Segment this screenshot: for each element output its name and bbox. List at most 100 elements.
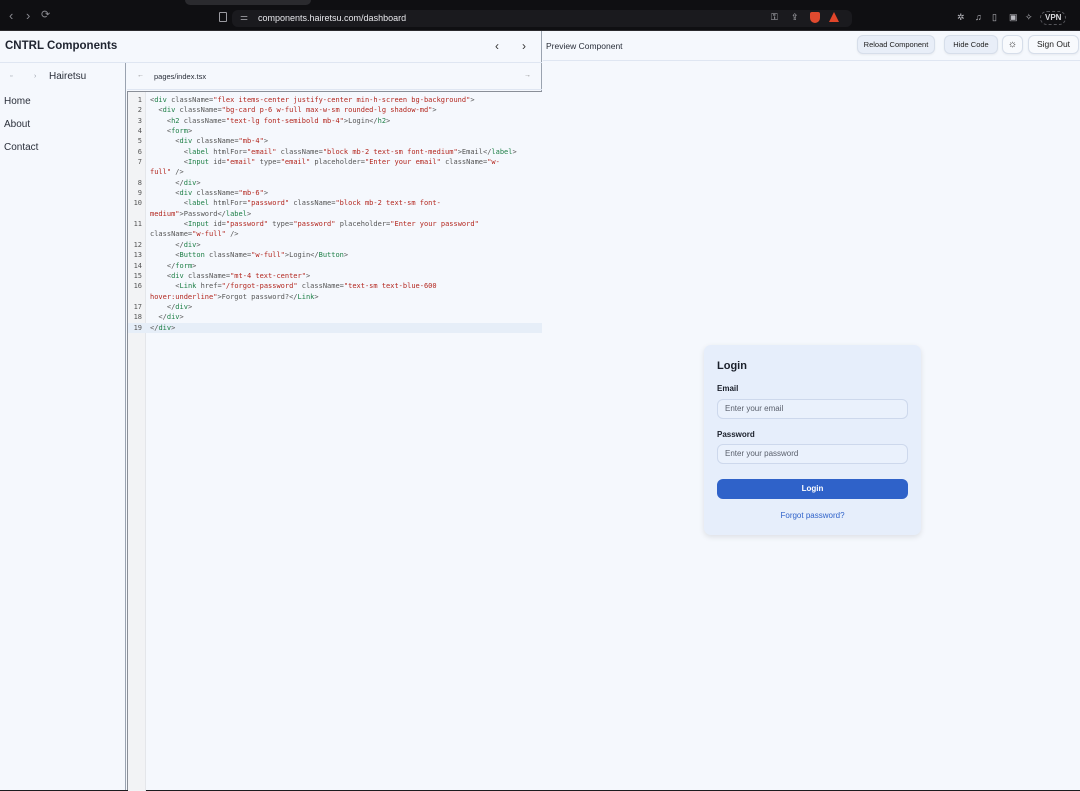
code-text: </: [150, 178, 184, 187]
code-tag: Input: [187, 220, 210, 229]
code-line[interactable]: 7 <Input id="email" type="email" placeho…: [128, 157, 542, 167]
code-text: >Forgot password?</: [217, 292, 298, 301]
line-number: 10: [133, 199, 142, 208]
code-line[interactable]: 8 </div>: [128, 178, 542, 188]
code-string: "text-sm text-blue-600: [343, 282, 437, 291]
code-text: >: [432, 106, 437, 115]
code-tag: label: [491, 147, 513, 156]
code-line[interactable]: 17 </div>: [128, 302, 542, 312]
hide-code-button[interactable]: Hide Code: [944, 35, 998, 54]
site-settings-icon[interactable]: ⚌: [240, 12, 248, 23]
code-text: className=: [276, 147, 323, 156]
reload-component-button[interactable]: Reload Component: [857, 35, 935, 54]
code-text: >: [196, 178, 201, 187]
music-icon[interactable]: ♫: [975, 12, 982, 22]
code-area[interactable]: 1 <div className="flex items-center justi…: [127, 91, 542, 791]
code-string: hover:underline": [150, 292, 218, 301]
code-tag: label: [225, 209, 247, 218]
code-line[interactable]: className="w-full" />: [128, 229, 542, 239]
code-line[interactable]: 19 </div>: [128, 322, 542, 333]
code-tag: form: [175, 261, 193, 270]
sidebar-item-contact[interactable]: Contact: [4, 142, 38, 153]
code-line[interactable]: 13 <Button className="w-full">Login</But…: [128, 250, 542, 260]
code-text: >: [470, 96, 475, 104]
vpn-button[interactable]: VPN: [1040, 11, 1067, 25]
code-line[interactable]: 14 </form>: [128, 261, 542, 271]
code-line[interactable]: 11 <Input id="password" type="password" …: [128, 219, 542, 229]
chevron-left-icon[interactable]: ‹: [495, 39, 499, 53]
chevron-right-icon[interactable]: ›: [522, 39, 526, 53]
code-line[interactable]: 18 </div>: [128, 312, 542, 322]
code-line[interactable]: 12 </div>: [128, 240, 542, 250]
code-line[interactable]: 15 <div className="mt-4 text-center">: [128, 271, 542, 281]
brave-rewards-icon[interactable]: [829, 12, 839, 22]
code-lines[interactable]: 1 <div className="flex items-center justi…: [128, 95, 542, 333]
code-tag: Button: [179, 251, 205, 260]
line-number: 15: [133, 271, 142, 280]
sidebar-toggle-icon[interactable]: ▯: [992, 12, 997, 23]
preview-title: Preview Component: [546, 41, 623, 51]
code-line[interactable]: 3 <h2 className="text-lg font-semibold m…: [128, 116, 542, 126]
code-text: </: [150, 313, 167, 322]
sidebar-brand[interactable]: Hairetsu: [49, 71, 86, 82]
email-field[interactable]: Enter your email: [717, 399, 908, 419]
reload-button[interactable]: ⟳: [41, 9, 50, 22]
wallet-icon[interactable]: ▣: [1009, 12, 1018, 23]
code-line[interactable]: 4 <form>: [128, 126, 542, 136]
code-line[interactable]: 10 <label htmlFor="password" className="…: [128, 198, 542, 208]
code-text: className=: [192, 137, 239, 146]
chevron-right-icon[interactable]: ›: [34, 73, 36, 80]
code-text: <: [150, 106, 163, 115]
code-text: >: [246, 209, 252, 218]
code-tag: label: [187, 199, 210, 208]
forgot-password-text[interactable]: Forgot password?: [780, 511, 844, 520]
share-icon[interactable]: ⇪: [791, 12, 799, 23]
arrow-left-icon[interactable]: ←: [137, 72, 144, 79]
sidebar-item-home[interactable]: Home: [4, 96, 31, 107]
code-text: type=: [268, 220, 294, 229]
arrow-right-icon[interactable]: →: [524, 72, 531, 79]
code-text: >: [187, 302, 193, 311]
preview-pane: Preview Component Reload Component Hide …: [543, 31, 1080, 790]
code-text: <: [150, 251, 180, 260]
line-number: 4: [137, 127, 142, 136]
code-line[interactable]: 2 <div className="bg-card p-6 w-full max…: [128, 105, 542, 115]
code-tag: Link: [179, 282, 197, 291]
code-text: <: [150, 158, 188, 167]
code-line[interactable]: 1 <div className="flex items-center justi…: [128, 95, 542, 105]
login-button[interactable]: Login: [717, 479, 908, 499]
code-line[interactable]: medium">Password</label>: [128, 209, 542, 219]
sidebar-item-about[interactable]: About: [4, 119, 30, 130]
code-line[interactable]: hover:underline">Forgot password?</Link>: [128, 292, 542, 302]
password-placeholder: Enter your password: [725, 449, 799, 458]
url-text[interactable]: components.hairetsu.com/dashboard: [258, 13, 406, 23]
browser-tab-strip[interactable]: [185, 0, 311, 5]
code-tag: div: [166, 313, 180, 322]
file-tab[interactable]: pages/index.tsx: [154, 72, 206, 81]
code-string: "w-full": [192, 230, 226, 239]
line-number: 19: [133, 323, 142, 332]
password-field[interactable]: Enter your password: [717, 444, 908, 464]
code-text: htmlFor=: [209, 147, 247, 156]
brave-shields-icon[interactable]: [810, 12, 820, 23]
code-line[interactable]: 16 <Link href="/forgot-password" classNa…: [128, 281, 542, 291]
code-line[interactable]: 5 <div className="mb-4">: [128, 136, 542, 146]
sign-out-button[interactable]: Sign Out: [1028, 35, 1079, 54]
code-line[interactable]: 6 <label htmlFor="email" className="bloc…: [128, 147, 542, 157]
code-text: >: [263, 189, 269, 198]
key-icon[interactable]: ⚿: [771, 12, 778, 23]
code-text: />: [171, 168, 184, 177]
code-text: >: [305, 271, 311, 280]
panel-icon[interactable]: ▫: [10, 73, 12, 80]
code-tag: form: [171, 127, 188, 136]
code-text: className=: [297, 282, 344, 291]
extensions-icon[interactable]: ✲: [957, 12, 965, 23]
bookmark-icon[interactable]: [219, 12, 227, 22]
code-line[interactable]: 9 <div className="mb-6">: [128, 188, 542, 198]
leo-ai-icon[interactable]: ✧: [1025, 12, 1033, 23]
back-button[interactable]: ‹: [9, 9, 13, 22]
code-line[interactable]: full" />: [128, 167, 542, 177]
forward-button[interactable]: ›: [26, 9, 30, 22]
theme-toggle-button[interactable]: ☼: [1002, 35, 1023, 54]
code-text: className=: [440, 158, 488, 167]
